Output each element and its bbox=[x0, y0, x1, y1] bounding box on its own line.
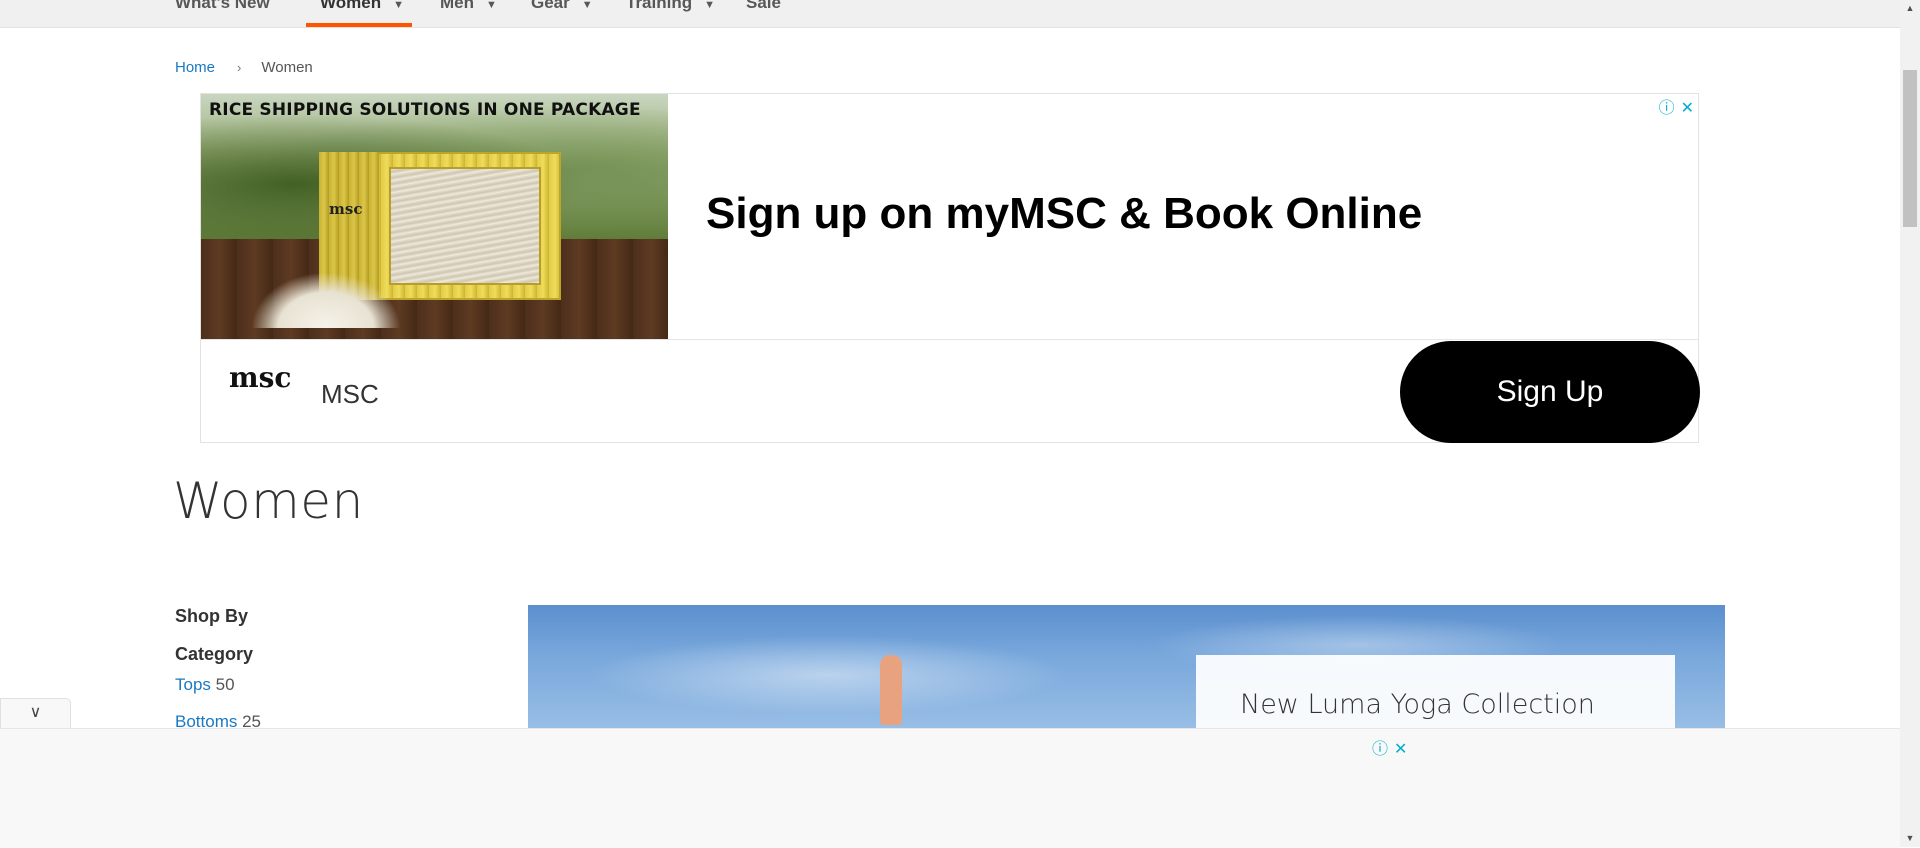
nav-item-label: Sale bbox=[746, 0, 781, 12]
ad-title[interactable]: Sign up on myMSC & Book Online bbox=[706, 189, 1422, 239]
nav-item-whats-new[interactable]: What's New bbox=[175, 0, 270, 27]
nav-item-label: Gear bbox=[531, 0, 570, 12]
hero-cloud bbox=[588, 635, 1068, 715]
ad-image-box-window bbox=[389, 167, 541, 285]
chevron-down-icon: ▼ bbox=[581, 0, 593, 11]
nav-item-training[interactable]: Training ▼ bbox=[626, 0, 715, 27]
nav-item-label: Men bbox=[440, 0, 474, 12]
category-list: Tops 50 Bottoms 25 bbox=[175, 673, 475, 734]
sticky-ad-choices: ⓘ ✕ bbox=[1366, 735, 1407, 759]
ad-brand-name[interactable]: MSC bbox=[321, 379, 379, 410]
nav-item-gear[interactable]: Gear ▼ bbox=[531, 0, 593, 27]
nav-item-men[interactable]: Men ▼ bbox=[440, 0, 497, 27]
breadcrumb-current: Women bbox=[261, 59, 313, 76]
sidebar-filters: Shop By Category Tops 50 Bottoms 25 bbox=[175, 606, 475, 747]
hero-card[interactable]: New Luma Yoga Collection bbox=[1196, 655, 1675, 735]
chevron-down-icon: ▼ bbox=[486, 0, 497, 11]
nav-item-label: Training bbox=[626, 0, 693, 12]
category-item-tops: Tops 50 bbox=[175, 673, 475, 697]
nav-item-women[interactable]: Women ▼ bbox=[306, 0, 412, 27]
shop-by-heading: Shop By bbox=[175, 606, 249, 626]
ad-image-rice bbox=[251, 272, 401, 328]
msc-logo-text: msc bbox=[229, 361, 292, 394]
category-filter-title[interactable]: Category bbox=[175, 644, 475, 665]
nav-item-label: What's New bbox=[175, 0, 270, 12]
close-icon[interactable]: ✕ bbox=[1394, 741, 1407, 758]
ad-box-logo: msc bbox=[329, 200, 363, 218]
nav-item-sale[interactable]: Sale bbox=[746, 0, 781, 27]
hero-raised-hand bbox=[880, 655, 902, 725]
info-icon[interactable]: ⓘ bbox=[1659, 100, 1675, 117]
hero-banner[interactable]: New Luma Yoga Collection bbox=[528, 605, 1725, 735]
vertical-scrollbar[interactable]: ▲ ▼ bbox=[1900, 0, 1920, 847]
close-icon[interactable]: ✕ bbox=[1681, 100, 1694, 117]
scroll-down-arrow-icon[interactable]: ▼ bbox=[1900, 830, 1920, 847]
msc-logo[interactable]: msc bbox=[229, 364, 291, 422]
sticky-ad-toggle[interactable]: ∨ bbox=[0, 698, 71, 728]
ad-image-headline: RICE SHIPPING SOLUTIONS IN ONE PACKAGE bbox=[209, 100, 641, 120]
top-navigation: What's New Women ▼ Men ▼ Gear ▼ Training ▼ S… bbox=[0, 0, 1900, 28]
sign-up-button[interactable]: Sign Up bbox=[1400, 341, 1700, 443]
page-title: Women bbox=[173, 472, 364, 530]
chevron-down-icon: ▼ bbox=[393, 0, 404, 11]
display-ad[interactable]: msc RICE SHIPPING SOLUTIONS IN ONE PACKA… bbox=[200, 93, 1700, 443]
hero-card-title: New Luma Yoga Collection bbox=[1240, 689, 1595, 720]
chevron-down-icon: ∨ bbox=[29, 704, 42, 721]
ad-image[interactable]: msc RICE SHIPPING SOLUTIONS IN ONE PACKA… bbox=[201, 94, 668, 339]
ad-divider bbox=[201, 339, 1698, 340]
sticky-bottom-ad[interactable] bbox=[0, 728, 1900, 848]
info-icon[interactable]: ⓘ bbox=[1372, 741, 1388, 758]
nav-item-label: Women bbox=[320, 0, 382, 12]
chevron-down-icon: ▼ bbox=[704, 0, 716, 11]
category-count: 50 bbox=[215, 675, 235, 694]
scrollbar-thumb[interactable] bbox=[1903, 70, 1917, 227]
category-link[interactable]: Tops bbox=[175, 675, 211, 694]
ad-choices: ⓘ ✕ bbox=[1653, 94, 1694, 118]
breadcrumb: Home › Women bbox=[175, 59, 313, 76]
scroll-up-arrow-icon[interactable]: ▲ bbox=[1900, 0, 1920, 17]
breadcrumb-separator-icon: › bbox=[237, 60, 242, 75]
breadcrumb-home-link[interactable]: Home bbox=[175, 59, 215, 76]
